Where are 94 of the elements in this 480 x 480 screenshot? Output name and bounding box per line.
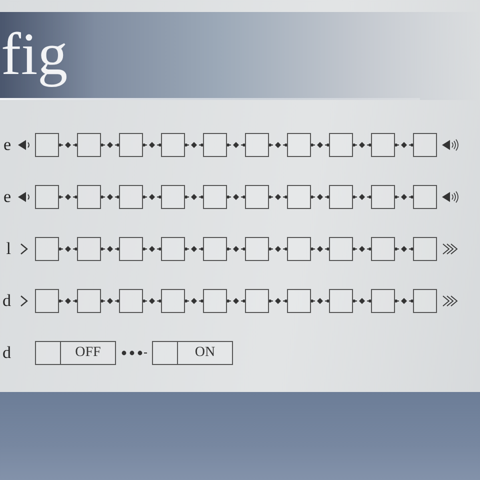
toggle-option[interactable]: OFF (35, 341, 116, 365)
connector-icon (269, 297, 287, 305)
slider-step[interactable] (371, 133, 395, 157)
slider-step[interactable] (119, 289, 143, 313)
slider-step[interactable] (161, 185, 185, 209)
connector-icon (101, 193, 119, 201)
slider-step[interactable] (77, 237, 101, 261)
slider-step[interactable] (35, 289, 59, 313)
connector-icon (353, 245, 371, 253)
connector-icon (353, 141, 371, 149)
connector-icon (269, 193, 287, 201)
connector-icon (227, 245, 245, 253)
slider-step[interactable] (371, 237, 395, 261)
connector-icon (269, 245, 287, 253)
slider-step[interactable] (287, 133, 311, 157)
connector-icon (143, 141, 161, 149)
setting-label: e (2, 187, 11, 207)
slider-step[interactable] (287, 289, 311, 313)
connector-icon (185, 141, 203, 149)
connector-icon (101, 245, 119, 253)
toggle-option[interactable]: ON (152, 341, 233, 365)
connector-icon (143, 193, 161, 201)
connector-icon (311, 297, 329, 305)
connector-icon (59, 245, 77, 253)
connector-icon (101, 141, 119, 149)
setting-label: l (5, 239, 11, 259)
slider-step[interactable] (35, 133, 59, 157)
connector-icon (311, 141, 329, 149)
connector-icon (59, 141, 77, 149)
slider-step[interactable] (203, 185, 227, 209)
connector-icon (143, 297, 161, 305)
slider-step[interactable] (371, 185, 395, 209)
slider-step[interactable] (203, 289, 227, 313)
connector-icon (395, 141, 413, 149)
connector-icon (185, 297, 203, 305)
connector-icon (101, 297, 119, 305)
slider-step[interactable] (77, 289, 101, 313)
connector-icon (311, 193, 329, 201)
slider-step[interactable] (245, 185, 269, 209)
triple-chevron-icon[interactable] (441, 294, 459, 308)
slider-step[interactable] (413, 237, 437, 261)
connector-icon (395, 193, 413, 201)
slider-track[interactable] (35, 185, 437, 209)
speaker-icon[interactable] (17, 139, 31, 151)
slider-step[interactable] (119, 133, 143, 157)
slider-step[interactable] (413, 289, 437, 313)
connector-icon (395, 245, 413, 253)
slider-step[interactable] (329, 237, 353, 261)
connector-icon (227, 141, 245, 149)
slider-step[interactable] (413, 133, 437, 157)
slider-step[interactable] (161, 237, 185, 261)
connector-icon (353, 193, 371, 201)
setting-label: e (2, 135, 11, 155)
slider-step[interactable] (35, 185, 59, 209)
slider-track[interactable] (35, 237, 437, 261)
slider-step[interactable] (329, 289, 353, 313)
slider-step[interactable] (371, 289, 395, 313)
triple-chevron-icon[interactable] (441, 242, 459, 256)
slider-track[interactable] (35, 289, 437, 313)
connector-icon (227, 297, 245, 305)
speaker-icon[interactable] (441, 138, 459, 152)
slider-step[interactable] (119, 185, 143, 209)
slider-step[interactable] (119, 237, 143, 261)
slider-step[interactable] (77, 133, 101, 157)
slider-step[interactable] (77, 185, 101, 209)
setting-label: d (2, 343, 11, 363)
slider-step[interactable] (161, 289, 185, 313)
connector-icon (227, 193, 245, 201)
slider-step[interactable] (287, 237, 311, 261)
speaker-icon[interactable] (17, 191, 31, 203)
connector-icon (185, 193, 203, 201)
slider-step[interactable] (329, 185, 353, 209)
slider-step[interactable] (245, 289, 269, 313)
connector-icon (143, 245, 161, 253)
speaker-icon[interactable] (441, 190, 459, 204)
connector-icon (59, 193, 77, 201)
slider-step[interactable] (245, 133, 269, 157)
slider-step[interactable] (245, 237, 269, 261)
slider-step[interactable] (413, 185, 437, 209)
slider-step[interactable] (203, 133, 227, 157)
setting-label: d (2, 291, 11, 311)
slider-step[interactable] (161, 133, 185, 157)
slider-step[interactable] (329, 133, 353, 157)
connector-icon (185, 245, 203, 253)
connector-icon (395, 297, 413, 305)
slider-step[interactable] (287, 185, 311, 209)
dots-icon (120, 350, 148, 356)
connector-icon (269, 141, 287, 149)
slider-track[interactable] (35, 133, 437, 157)
connector-icon (353, 297, 371, 305)
slider-step[interactable] (203, 237, 227, 261)
connector-icon (59, 297, 77, 305)
slider-step[interactable] (35, 237, 59, 261)
connector-icon (311, 245, 329, 253)
